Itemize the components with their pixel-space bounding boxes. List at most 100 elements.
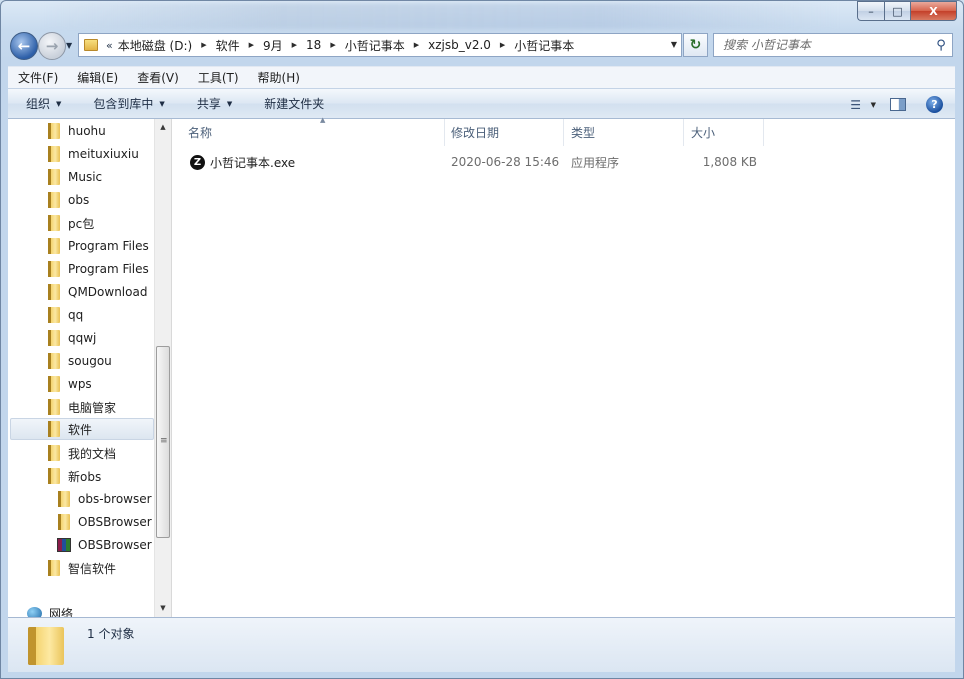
- preview-pane-icon[interactable]: [890, 98, 906, 111]
- tree-item-obs-browser[interactable]: obs-browser: [58, 488, 152, 510]
- scrollbar-thumb[interactable]: ≡: [156, 346, 170, 538]
- sort-ascending-icon: ▲: [320, 116, 326, 124]
- column-header-size[interactable]: 大小: [684, 119, 764, 146]
- scroll-up-icon[interactable]: ▲: [155, 119, 171, 136]
- breadcrumb-18[interactable]: 18: [306, 38, 321, 52]
- file-name: 小哲记事本.exe: [210, 155, 296, 170]
- breadcrumb-separator-icon[interactable]: ▶: [500, 41, 505, 49]
- column-header-label: 修改日期: [451, 126, 500, 140]
- breadcrumb-current[interactable]: 小哲记事本: [514, 37, 574, 54]
- folder-icon: [48, 261, 60, 277]
- tree-item-sougou[interactable]: sougou: [48, 350, 112, 372]
- tree-item-label: 网络: [49, 606, 74, 618]
- tree-item-meituxiuxiu[interactable]: meituxiuxiu: [48, 143, 139, 165]
- breadcrumb-version[interactable]: xzjsb_v2.0: [428, 38, 491, 52]
- search-box[interactable]: ⚲: [713, 33, 953, 57]
- folder-icon: [48, 123, 60, 139]
- tree-item-label: Program Files: [68, 262, 149, 276]
- tree-item-my-documents[interactable]: 我的文档: [48, 442, 116, 464]
- arrow-right-icon: →: [45, 37, 59, 55]
- folder-icon: [48, 353, 60, 369]
- breadcrumb-separator-icon[interactable]: ▶: [330, 41, 335, 49]
- breadcrumb-drive[interactable]: 本地磁盘 (D:): [118, 37, 192, 54]
- search-icon[interactable]: ⚲: [930, 38, 952, 53]
- tree-item-pc-manager[interactable]: 电脑管家: [48, 396, 116, 418]
- tree-item-label: Music: [68, 170, 103, 184]
- address-overflow-chevron[interactable]: «: [106, 39, 113, 52]
- breadcrumb-software[interactable]: 软件: [216, 37, 240, 54]
- tree-item-music[interactable]: Music: [48, 166, 102, 188]
- folder-icon: [48, 215, 60, 231]
- tree-item-obsbrowser-folder[interactable]: OBSBrowser: [58, 511, 152, 533]
- folder-icon: [48, 238, 60, 254]
- breadcrumb-separator-icon[interactable]: ▶: [249, 41, 254, 49]
- close-button[interactable]: X: [910, 1, 957, 21]
- tree-item-label: OBSBrowser: [78, 515, 152, 529]
- new-folder-button[interactable]: 新建文件夹: [246, 95, 338, 112]
- folder-icon: [28, 627, 64, 665]
- tree-item-program-files[interactable]: Program Files: [48, 235, 149, 257]
- folder-icon: [48, 307, 60, 323]
- tree-item-qqwj[interactable]: qqwj: [48, 327, 96, 349]
- file-list-pane: ▲ 名称 修改日期 类型 大小 Z 小哲记事本.exe 2020-06-28 15…: [171, 116, 955, 617]
- tree-item-network[interactable]: 网络: [27, 602, 73, 617]
- chevron-down-icon: ▼: [226, 99, 233, 108]
- tree-item-label: qq: [68, 308, 84, 322]
- scroll-down-icon[interactable]: ▼: [155, 600, 171, 617]
- column-header-type[interactable]: 类型: [564, 119, 684, 146]
- folder-icon: [48, 169, 60, 185]
- tree-item-label: 新obs: [68, 469, 102, 484]
- include-in-library-button[interactable]: 包含到库中 ▼: [75, 95, 178, 112]
- command-bar: 组织 ▼ 包含到库中 ▼ 共享 ▼ 新建文件夹 ☰ ▼ ?: [8, 88, 955, 119]
- folder-icon: [48, 376, 60, 392]
- address-bar[interactable]: « 本地磁盘 (D:) ▶ 软件 ▶ 9月 ▶ 18 ▶ 小哲记事本 ▶ xzj…: [78, 33, 682, 57]
- tree-item-qq[interactable]: qq: [48, 304, 83, 326]
- tree-item-zhixin-software[interactable]: 智信软件: [48, 557, 116, 579]
- tree-item-qmdownload[interactable]: QMDownload: [48, 281, 147, 303]
- tree-item-label: 我的文档: [68, 446, 117, 461]
- refresh-button[interactable]: ↻: [683, 33, 708, 57]
- tree-item-obs[interactable]: obs: [48, 189, 89, 211]
- tree-item-label: sougou: [68, 354, 112, 368]
- breadcrumb-separator-icon[interactable]: ▶: [414, 41, 419, 49]
- file-size: 1,808 KB: [702, 155, 757, 169]
- tree-item-program-files-x86[interactable]: Program Files: [48, 258, 149, 280]
- breadcrumb-separator-icon[interactable]: ▶: [201, 41, 206, 49]
- refresh-icon: ↻: [689, 37, 702, 53]
- help-icon[interactable]: ?: [926, 96, 943, 113]
- breadcrumb-separator-icon[interactable]: ▶: [292, 41, 297, 49]
- tree-item-label: wps: [68, 377, 92, 391]
- menu-help[interactable]: 帮助(H): [248, 69, 309, 86]
- search-input[interactable]: [714, 38, 930, 52]
- back-button[interactable]: ←: [10, 32, 38, 60]
- tree-item-new-obs[interactable]: 新obs: [48, 465, 101, 487]
- organize-button[interactable]: 组织 ▼: [8, 95, 75, 112]
- forward-button[interactable]: →: [38, 32, 66, 60]
- menu-tools[interactable]: 工具(T): [188, 69, 248, 86]
- menu-file[interactable]: 文件(F): [8, 69, 67, 86]
- folder-icon: [58, 514, 70, 530]
- tree-item-wps[interactable]: wps: [48, 373, 92, 395]
- breadcrumb-notepad-parent[interactable]: 小哲记事本: [345, 37, 405, 54]
- file-row[interactable]: Z 小哲记事本.exe 2020-06-28 15:46 应用程序 1,808 …: [172, 151, 772, 173]
- tree-item-pc-package[interactable]: pc包: [48, 212, 94, 234]
- chevron-down-icon[interactable]: ▼: [871, 101, 876, 109]
- nav-scrollbar[interactable]: ▲ ≡ ▼: [154, 119, 171, 617]
- chevron-down-icon[interactable]: ▼: [671, 40, 677, 49]
- tree-item-software[interactable]: 软件: [10, 418, 154, 440]
- file-type: 应用程序: [571, 155, 620, 170]
- column-header-name[interactable]: ▲ 名称: [181, 116, 445, 146]
- breadcrumb-september[interactable]: 9月: [263, 37, 283, 54]
- minimize-button[interactable]: –: [857, 1, 884, 21]
- maximize-button[interactable]: □: [884, 1, 910, 21]
- column-header-modified[interactable]: 修改日期: [444, 119, 564, 146]
- menu-view[interactable]: 查看(V): [127, 69, 188, 86]
- tree-item-huohu[interactable]: huohu: [48, 120, 106, 142]
- status-bar: 1 个对象: [8, 617, 955, 672]
- view-options-icon[interactable]: ☰: [841, 98, 871, 112]
- folder-icon: [48, 146, 60, 162]
- share-button[interactable]: 共享 ▼: [179, 95, 246, 112]
- recent-pages-dropdown[interactable]: ▼: [66, 41, 72, 50]
- tree-item-obsbrowser-archive[interactable]: OBSBrowser: [57, 534, 152, 556]
- menu-edit[interactable]: 编辑(E): [67, 69, 127, 86]
